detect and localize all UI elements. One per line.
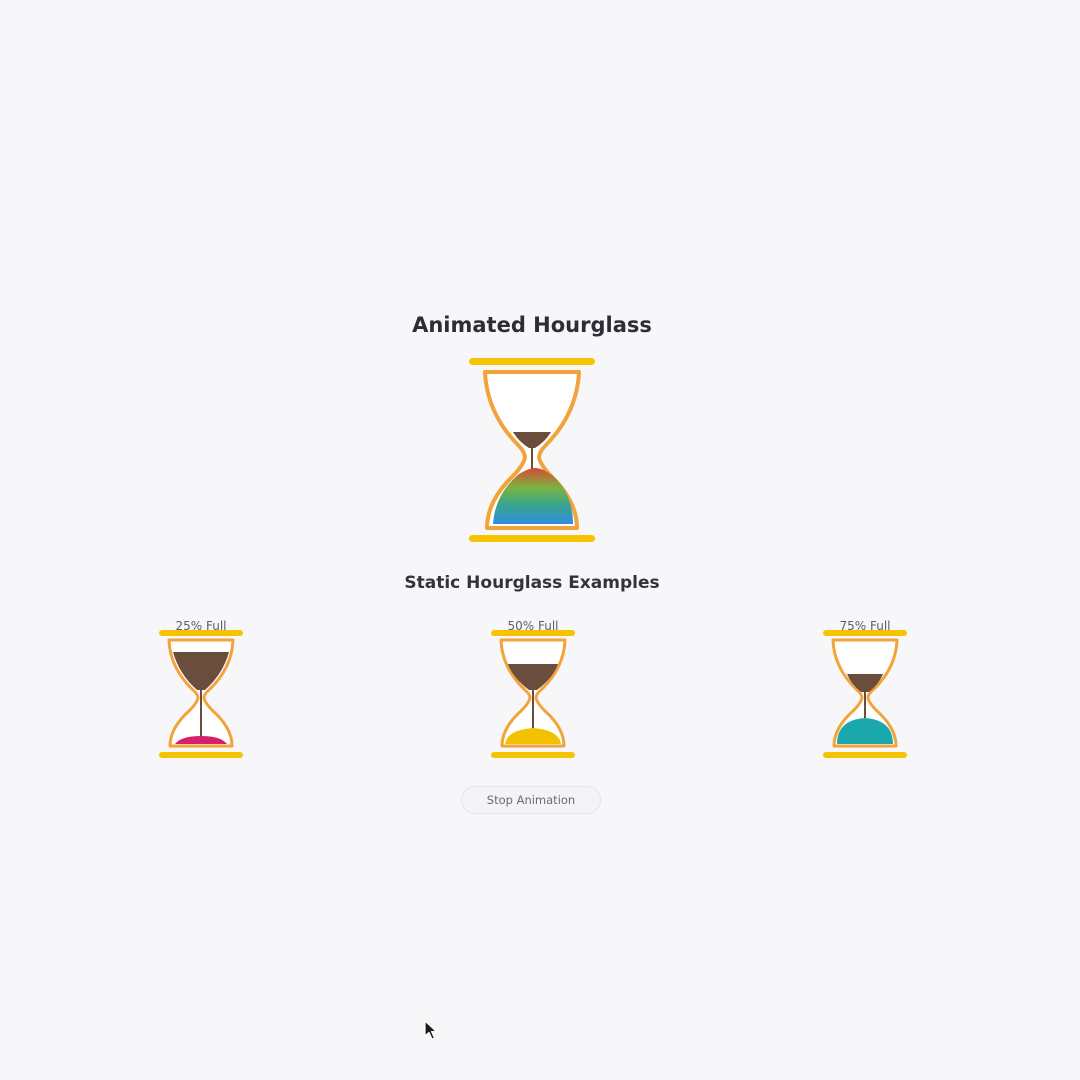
hourglass-example-75: 75% Full [817, 616, 913, 764]
stop-animation-button[interactable]: Stop Animation [461, 786, 601, 814]
hourglass-example-25: 25% Full [153, 616, 249, 764]
example-label: 25% Full [175, 619, 227, 633]
hourglass-example-50: 50% Full [485, 616, 581, 764]
example-label: 75% Full [839, 619, 891, 633]
examples-title: Static Hourglass Examples [404, 573, 660, 593]
hourglass-icon [491, 630, 575, 758]
page-title: Animated Hourglass [412, 313, 652, 337]
example-label: 50% Full [507, 619, 559, 633]
animated-hourglass-icon [469, 358, 595, 542]
page: Animated Hourglass Static Hourglass Exam… [0, 0, 1080, 1080]
hourglass-bottom-sand [493, 468, 573, 524]
mouse-cursor-icon [424, 1020, 438, 1040]
hourglass-icon [159, 630, 243, 758]
hourglass-sand-stream [531, 448, 533, 470]
hourglass-icon [823, 630, 907, 758]
hourglass-bottom-bar [469, 535, 595, 542]
hourglass-top-bar [469, 358, 595, 365]
